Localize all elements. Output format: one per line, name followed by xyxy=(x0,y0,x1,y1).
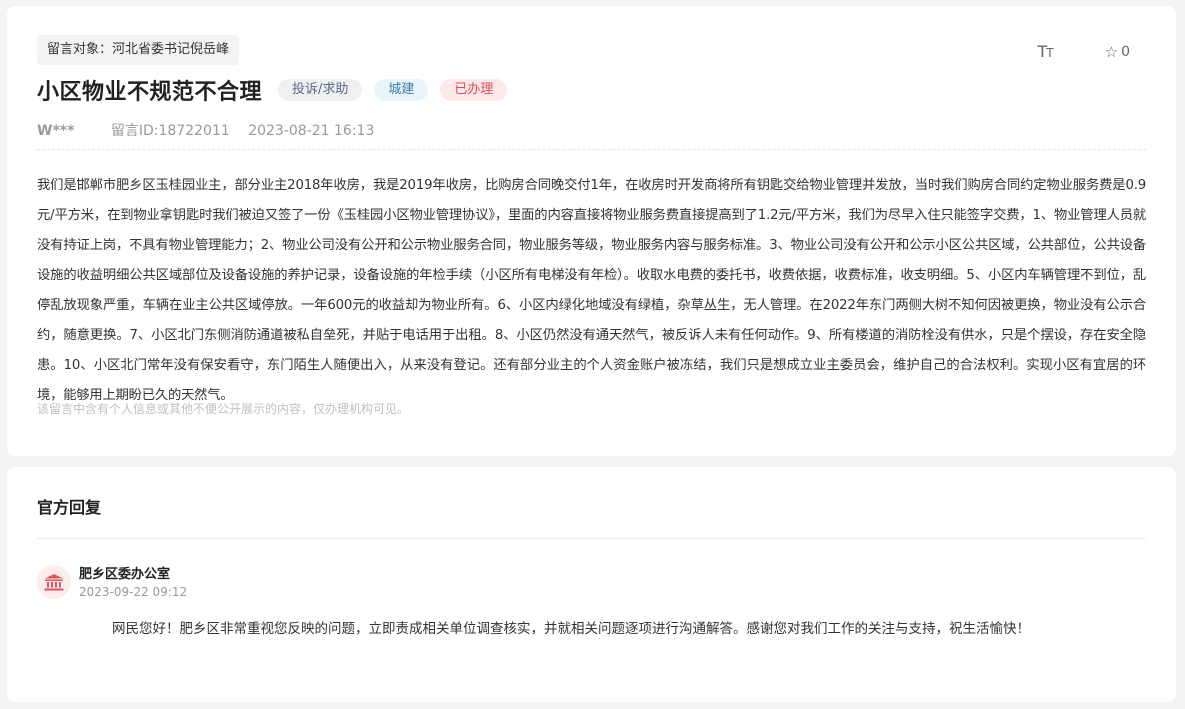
reply-card: 官方回复 肥乡区委办公室 2023-09-22 09:12 网民您好！肥乡区非常… xyxy=(7,467,1176,702)
privacy-notice: 该留言中含有个人信息或其他不便公开展示的内容，仅办理机构可见。 xyxy=(37,402,410,416)
message-toolbar: TT ☆ 0 xyxy=(1038,42,1131,61)
message-target: 留言对象：河北省委书记倪岳峰 xyxy=(37,35,240,65)
author-name: W*** xyxy=(37,123,75,139)
divider xyxy=(37,538,1146,539)
star-icon: ☆ xyxy=(1104,42,1119,61)
favorite-count: 0 xyxy=(1121,43,1130,60)
reply-section-title: 官方回复 xyxy=(37,498,102,517)
divider xyxy=(37,149,1146,150)
domain-badge: 城建 xyxy=(374,79,429,101)
font-size-big-t: T xyxy=(1037,42,1048,61)
message-content: 我们是邯郸市肥乡区玉桂园业主，部分业主2018年收房，我是2019年收房，比购房… xyxy=(37,178,1146,403)
government-building-icon xyxy=(44,574,64,591)
message-card: 留言对象：河北省委书记倪岳峰 TT ☆ 0 小区物业不规范不合理 投诉/求助 城… xyxy=(7,6,1176,456)
category-badge: 投诉/求助 xyxy=(278,79,363,101)
title-row: 小区物业不规范不合理 投诉/求助 城建 已办理 xyxy=(37,74,519,106)
font-size-icon[interactable]: TT xyxy=(1037,42,1054,61)
reply-time: 2023-09-22 09:12 xyxy=(79,585,188,599)
page-title: 小区物业不规范不合理 xyxy=(37,80,263,105)
message-time: 2023-08-21 16:13 xyxy=(248,123,375,139)
message-id: 留言ID:18722011 xyxy=(110,123,230,139)
favorite-button[interactable]: ☆ 0 xyxy=(1105,43,1130,61)
reply-org-name: 肥乡区委办公室 xyxy=(79,567,171,582)
reply-content: 网民您好！肥乡区非常重视您反映的问题，立即责成相关单位调查核实，并就相关问题逐项… xyxy=(112,621,1030,637)
font-size-small-t: T xyxy=(1046,46,1053,60)
message-meta: W*** 留言ID:18722011 2023-08-21 16:13 xyxy=(37,120,374,140)
avatar xyxy=(37,565,71,599)
status-badge: 已办理 xyxy=(440,79,508,101)
